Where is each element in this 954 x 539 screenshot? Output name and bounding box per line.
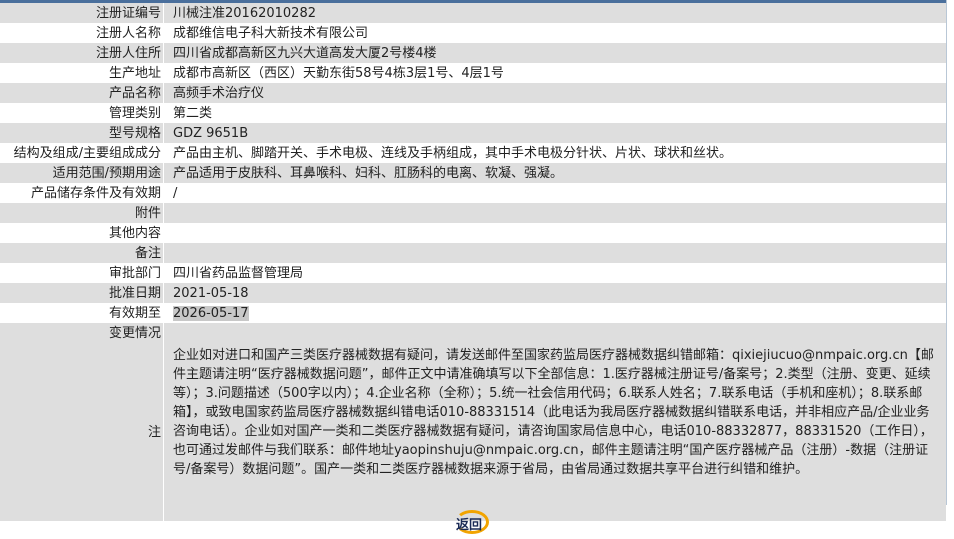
field-value: 高频手术治疗仪 [163,83,946,103]
field-label: 生产地址 [0,63,164,83]
field-value: 产品适用于皮肤科、耳鼻喉科、妇科、肛肠科的电离、软凝、强凝。 [163,163,946,183]
back-button-label: 返回 [455,517,482,533]
field-value: / [163,183,946,203]
right-border [946,0,947,505]
row-approval-department: 审批部门 四川省药品监督管理局 [0,263,946,283]
field-value: 四川省药品监督管理局 [163,263,946,283]
row-intended-use: 适用范围/预期用途 产品适用于皮肤科、耳鼻喉科、妇科、肛肠科的电离、软凝、强凝。 [0,163,946,183]
row-valid-until: 有效期至 2026-05-17 [0,303,946,323]
row-registrant-name: 注册人名称 成都维信电子科大新技术有限公司 [0,23,946,43]
row-registrant-address: 注册人住所 四川省成都高新区九兴大道高发大厦2号楼4楼 [0,43,946,63]
row-management-class: 管理类别 第二类 [0,103,946,123]
field-label: 备注 [0,243,164,263]
row-registration-number: 注册证编号 川械注准20162010282 [0,3,946,23]
row-change-history: 变更情况 [0,323,946,343]
field-value: 第二类 [163,103,946,123]
field-value: GDZ 9651B [163,123,946,143]
field-label: 审批部门 [0,263,164,283]
field-label: 产品名称 [0,83,164,103]
field-label: 注册人住所 [0,43,164,63]
field-value: 成都维信电子科大新技术有限公司 [163,23,946,43]
field-value [163,243,946,263]
field-value: 2026-05-17 [163,303,946,323]
row-remarks: 备注 [0,243,946,263]
selected-text[interactable]: 2026-05-17 [173,305,249,321]
row-production-address: 生产地址 成都市高新区（西区）天勤东街58号4栋3层1号、4层1号 [0,63,946,83]
field-label: 注册证编号 [0,3,164,23]
field-label: 产品储存条件及有效期 [0,183,164,203]
field-label: 管理类别 [0,103,164,123]
field-value: 成都市高新区（西区）天勤东街58号4栋3层1号、4层1号 [163,63,946,83]
registration-info-table: 注册证编号 川械注准20162010282 注册人名称 成都维信电子科大新技术有… [0,3,946,521]
field-label: 适用范围/预期用途 [0,163,164,183]
field-value [163,223,946,243]
field-label: 其他内容 [0,223,164,243]
row-storage-validity: 产品储存条件及有效期 / [0,183,946,203]
field-label: 型号规格 [0,123,164,143]
row-model-spec: 型号规格 GDZ 9651B [0,123,946,143]
field-value: 四川省成都高新区九兴大道高发大厦2号楼4楼 [163,43,946,63]
field-value [163,203,946,223]
note-label: 注 [0,343,164,521]
row-approval-date: 批准日期 2021-05-18 [0,283,946,303]
field-value [163,323,946,343]
back-button[interactable]: 返回 [449,510,497,536]
field-label: 结构及组成/主要组成成分 [0,143,164,163]
field-label: 注册人名称 [0,23,164,43]
field-label: 变更情况 [0,323,164,343]
row-structure-composition: 结构及组成/主要组成成分 产品由主机、脚踏开关、手术电极、连线及手柄组成，其中手… [0,143,946,163]
field-value: 2021-05-18 [163,283,946,303]
row-attachments: 附件 [0,203,946,223]
row-product-name: 产品名称 高频手术治疗仪 [0,83,946,103]
field-value: 产品由主机、脚踏开关、手术电极、连线及手柄组成，其中手术电极分针状、片状、球状和… [163,143,946,163]
row-note: 注 企业如对进口和国产三类医疗器械数据有疑问，请发送邮件至国家药监局医疗器械数据… [0,343,946,521]
field-label: 附件 [0,203,164,223]
note-text: 企业如对进口和国产三类医疗器械数据有疑问，请发送邮件至国家药监局医疗器械数据纠错… [163,343,946,521]
field-value: 川械注准20162010282 [163,3,946,23]
field-label: 批准日期 [0,283,164,303]
row-other-content: 其他内容 [0,223,946,243]
field-label: 有效期至 [0,303,164,323]
